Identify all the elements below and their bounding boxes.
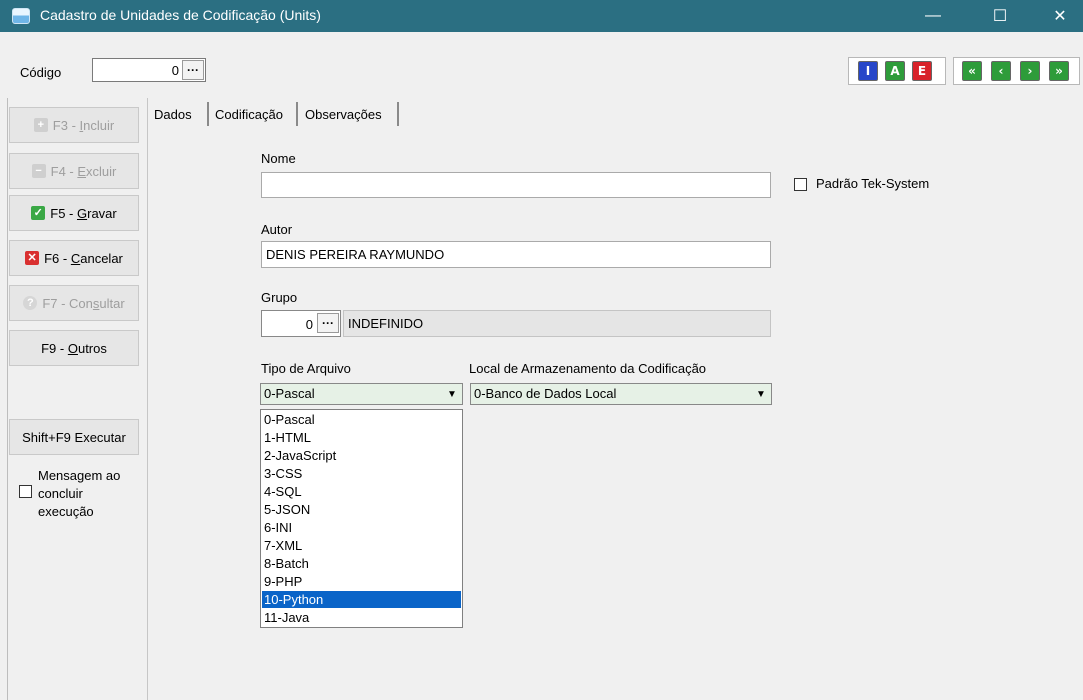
codigo-label: Código [20,65,62,80]
label-suffix: ravar [87,205,117,221]
accelerator-key: E [77,163,87,179]
chevron-down-icon[interactable]: ▼ [443,385,461,403]
minimize-button[interactable]: — [910,0,956,32]
dropdown-option[interactable]: 2-JavaScript [262,447,461,464]
autor-input[interactable]: DENIS PEREIRA RAYMUNDO [261,241,771,268]
grupo-code-input[interactable]: 0 ··· [261,310,341,337]
label-prefix: F7 - Con [42,295,93,311]
local-armazenamento-label: Local de Armazenamento da Codificação [469,361,707,376]
next-record-icon[interactable]: › [1020,61,1040,81]
accelerator-key: O [67,340,78,356]
mensagem-label: Mensagem ao concluir execução [38,467,120,521]
mensagem-line-1: Mensagem ao [38,468,121,483]
codigo-input[interactable]: 0 ··· [92,58,206,82]
previous-record-icon[interactable]: ‹ [991,61,1011,81]
tipo-arquivo-dropdown-list[interactable]: 0-Pascal 1-HTML 2-JavaScript 3-CSS 4-SQL 5-JS… [260,409,463,628]
label-prefix: F9 - [41,340,68,356]
tab-observacoes[interactable]: Observações [301,102,399,126]
first-record-icon[interactable]: « [962,61,982,81]
close-button[interactable]: ✕ [1037,0,1083,32]
sidebar-button-2[interactable]: − F4 - Excluir [9,153,139,189]
dropdown-option[interactable]: 0-Pascal [262,411,461,428]
label-prefix: F4 - [50,163,78,179]
grupo-lookup-button[interactable]: ··· [317,313,339,333]
dropdown-option[interactable]: 8-Batch [262,555,461,572]
label-suffix: xcluir [86,163,117,179]
dropdown-option[interactable]: 9-PHP [262,573,461,590]
maximize-button[interactable]: ☐ [977,0,1023,32]
grupo-description: INDEFINIDO [343,310,771,337]
mensagem-line-2: concluir [38,486,83,501]
accelerator-key: C [70,250,81,266]
delete-button[interactable]: E [912,61,932,81]
label-suffix: ultar [99,295,125,311]
last-record-icon[interactable]: » [1049,61,1069,81]
dropdown-option[interactable]: 5-JSON [262,501,461,518]
accelerator-key: G [76,205,88,221]
sidebar-button-label: F3 - Incluir [53,118,114,133]
nome-label: Nome [261,151,296,166]
local-armazenamento-select[interactable]: 0-Banco de Dados Local ▼ [470,383,772,405]
sidebar-button-label: F4 - Excluir [51,164,117,179]
window-title: Cadastro de Unidades de Codificação (Uni… [40,7,321,23]
local-armazenamento-value: 0-Banco de Dados Local [474,386,617,401]
app-icon [12,8,30,24]
dropdown-option[interactable]: 11-Java [262,609,461,626]
check-icon: ✓ [31,206,46,220]
sidebar-button-3[interactable]: ✓ F5 - Gravar [9,195,139,231]
mensagem-checkbox[interactable] [19,485,32,498]
tipo-arquivo-label: Tipo de Arquivo [261,361,351,376]
label-prefix: F3 - [52,117,80,133]
alter-button[interactable]: A [885,61,905,81]
label-prefix: F5 - [50,205,77,221]
sidebar-button-label: F5 - Gravar [50,206,116,221]
dropdown-option[interactable]: 1-HTML [262,429,461,446]
nome-input[interactable] [261,172,771,198]
label-prefix: F6 - [44,250,71,266]
sidebar-button-4[interactable]: ✕ F6 - Cancelar [9,240,139,276]
label-suffix: ancelar [80,250,123,266]
sidebar-button-label: F6 - Cancelar [44,251,123,266]
padrao-tek-system-checkbox[interactable] [794,178,807,191]
sidebar-button-label: F9 - Outros [41,341,107,356]
sidebar-button-label: F7 - Consultar [42,296,124,311]
grupo-code-value: 0 [305,317,313,332]
title-bar[interactable]: Cadastro de Unidades de Codificação (Uni… [0,0,1083,32]
label-suffix: utros [77,340,107,356]
insert-button[interactable]: I [858,61,878,81]
codigo-lookup-button[interactable]: ··· [182,60,204,80]
padrao-tek-system-label: Padrão Tek-System [816,176,930,191]
dropdown-option[interactable]: 6-INI [262,519,461,536]
chevron-down-icon[interactable]: ▼ [752,385,770,403]
sidebar-button-5[interactable]: ? F7 - Consultar [9,285,139,321]
x-icon: ✕ [25,251,40,265]
tipo-arquivo-select[interactable]: 0-Pascal ▼ [260,383,463,405]
sidebar-button-6[interactable]: F9 - Outros [9,330,139,366]
label-suffix: ncluir [83,117,115,133]
plus-icon: + [33,118,48,132]
question-icon: ? [23,296,38,310]
sidebar-button-1[interactable]: + F3 - Incluir [9,107,139,143]
dropdown-option[interactable]: 3-CSS [262,465,461,482]
minus-icon: − [31,164,46,178]
grupo-label: Grupo [261,290,298,305]
dropdown-option[interactable]: 10-Python [262,591,461,608]
tipo-arquivo-value: 0-Pascal [264,386,315,401]
tab-dados[interactable]: Dados [150,102,209,126]
shift-f9-executar-button[interactable]: Shift+F9 Executar [9,419,139,455]
autor-label: Autor [261,222,293,237]
tab-codificacao[interactable]: Codificação [211,102,298,126]
dropdown-option[interactable]: 7-XML [262,537,461,554]
mensagem-line-3: execução [38,504,94,519]
dropdown-option[interactable]: 4-SQL [262,483,461,500]
codigo-value: 0 [171,63,179,78]
